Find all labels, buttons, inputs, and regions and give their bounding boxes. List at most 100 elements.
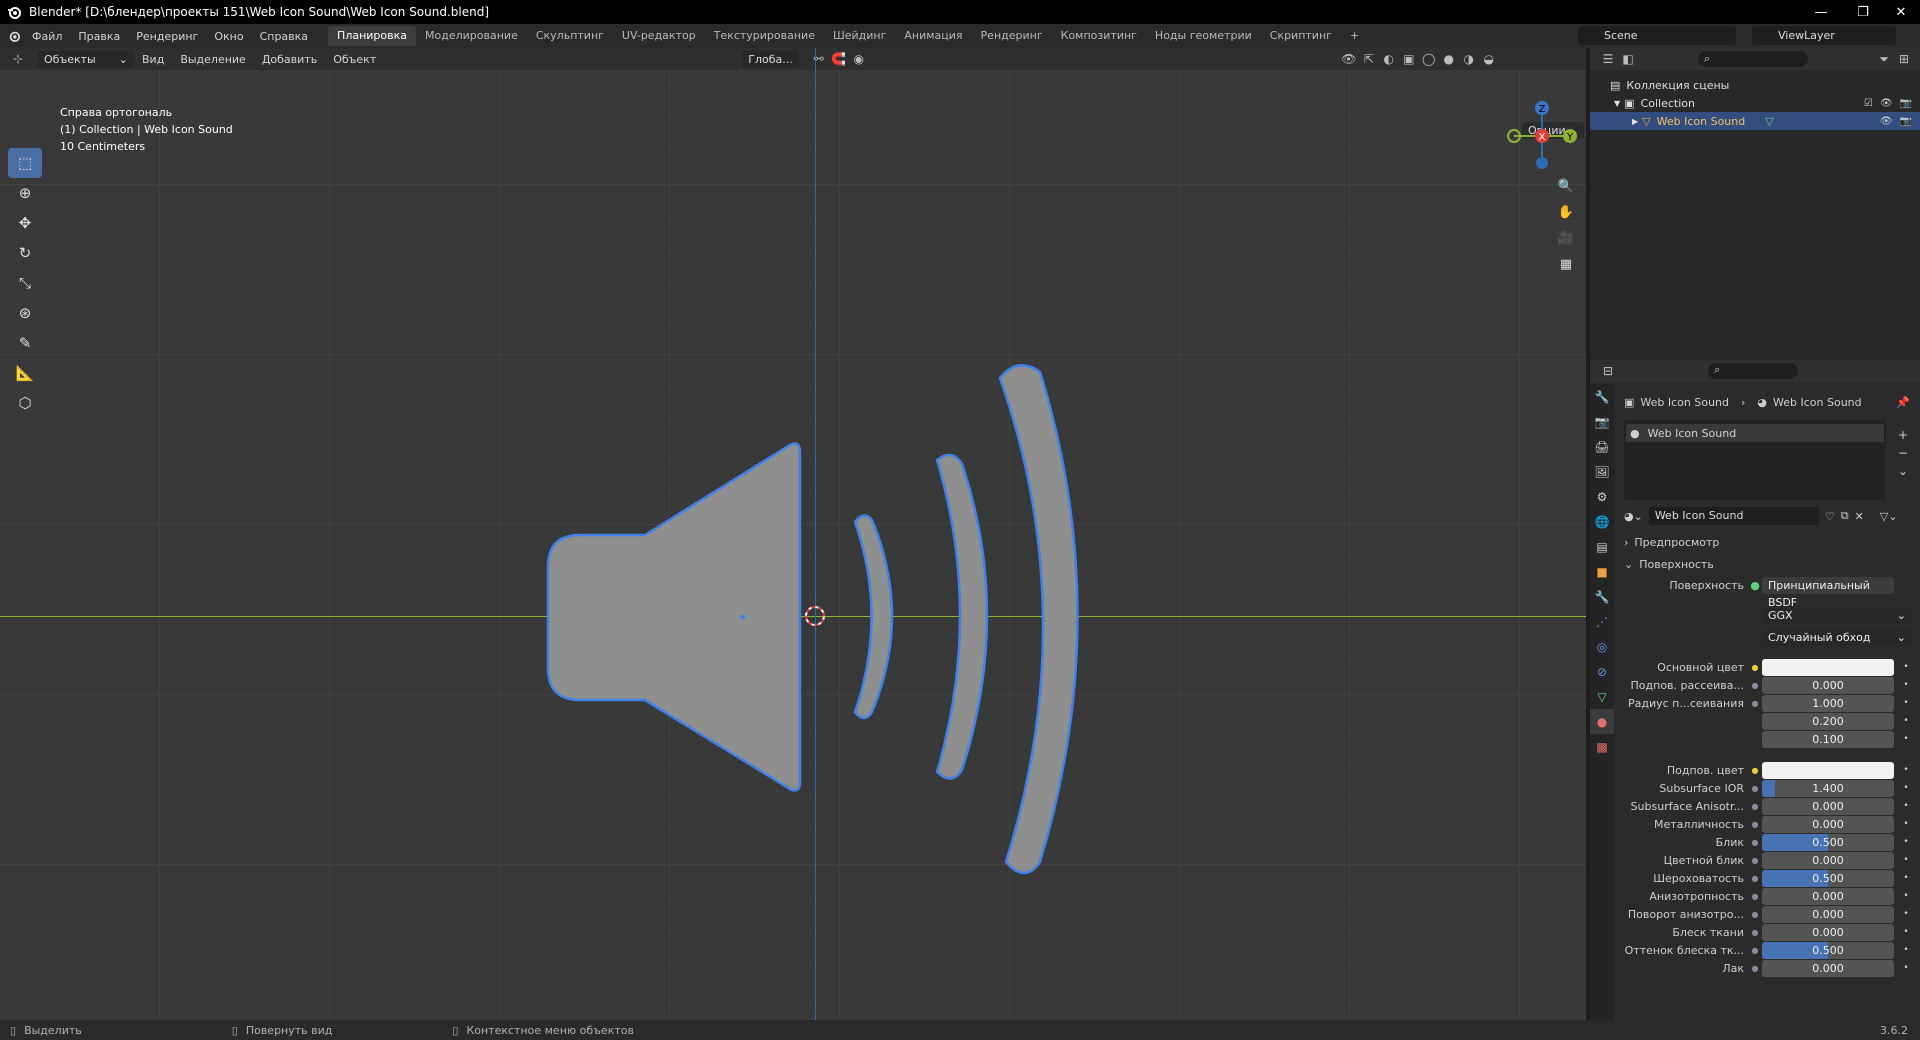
keyframe-icon[interactable]: •	[1900, 891, 1912, 901]
camera-icon[interactable]: 📷	[1900, 116, 1912, 127]
socket-icon[interactable]: ●	[1748, 889, 1762, 903]
number-field[interactable]: 0.000	[1762, 887, 1894, 905]
modifier-tab-icon[interactable]: 🔧	[1590, 584, 1614, 609]
color-swatch[interactable]	[1762, 658, 1894, 676]
socket-icon[interactable]: ●	[1748, 871, 1762, 885]
socket-icon[interactable]: ●	[1748, 763, 1762, 777]
keyframe-icon[interactable]: •	[1900, 716, 1912, 726]
keyframe-icon[interactable]: •	[1900, 927, 1912, 937]
view-layer-selector[interactable]: ViewLayer	[1752, 26, 1896, 45]
unlink-material-icon[interactable]: ✕	[1855, 510, 1864, 523]
outliner-editor-icon[interactable]: ☰	[1598, 50, 1618, 68]
number-field[interactable]: 0.000	[1762, 905, 1894, 923]
link-icon[interactable]: ▽⌄	[1880, 510, 1898, 523]
data-tab-icon[interactable]: ▽	[1590, 684, 1614, 709]
outliner-row-collection[interactable]: ▼ ▣ Collection ☑ 👁 📷	[1590, 94, 1920, 112]
properties-search-input[interactable]: ⌕	[1708, 363, 1798, 379]
material-slot-row[interactable]: ● Web Icon Sound	[1626, 424, 1884, 442]
socket-icon[interactable]: ●	[1748, 781, 1762, 795]
remove-slot-icon[interactable]: −	[1898, 444, 1908, 462]
duplicate-material-icon[interactable]: ⧉	[1841, 509, 1849, 523]
constraints-tab-icon[interactable]: ⊘	[1590, 659, 1614, 684]
checkbox-icon[interactable]: ☑	[1864, 98, 1873, 109]
number-field[interactable]: 0.000	[1762, 959, 1894, 977]
particles-tab-icon[interactable]: ⋰	[1590, 609, 1614, 634]
eye-icon[interactable]: 👁	[1880, 98, 1893, 109]
number-field[interactable]: 0.200	[1762, 712, 1894, 730]
socket-icon[interactable]: ●	[1748, 799, 1762, 813]
number-field[interactable]: 0.000	[1762, 797, 1894, 815]
keyframe-icon[interactable]: •	[1900, 801, 1912, 811]
close-icon[interactable]: ✕	[1878, 0, 1920, 24]
keyframe-icon[interactable]: •	[1900, 698, 1912, 708]
number-field[interactable]: 0.500	[1762, 941, 1894, 959]
socket-icon[interactable]: ●	[1748, 817, 1762, 831]
properties-editor-icon[interactable]: ⊟	[1598, 362, 1618, 380]
panel-preview[interactable]: › Предпросмотр	[1624, 536, 1719, 549]
keyframe-icon[interactable]: •	[1900, 783, 1912, 793]
keyframe-icon[interactable]: •	[1900, 873, 1912, 883]
filter-icon[interactable]: ⏷	[1874, 50, 1894, 68]
output-tab-icon[interactable]: 🖨	[1590, 434, 1614, 459]
pan-hand-icon[interactable]: ✋	[1554, 200, 1578, 224]
keyframe-icon[interactable]: •	[1900, 855, 1912, 865]
scene-selector[interactable]: Scene	[1578, 26, 1736, 45]
keyframe-icon[interactable]: •	[1900, 963, 1912, 973]
socket-icon[interactable]: ●	[1748, 853, 1762, 867]
keyframe-icon[interactable]: •	[1900, 909, 1912, 919]
outliner-row-scene-collection[interactable]: ▤ Коллекция сцены	[1590, 76, 1920, 94]
socket-icon[interactable]	[1748, 714, 1762, 728]
subsurface-method-dropdown[interactable]: Случайный обход ⌄	[1762, 628, 1912, 646]
number-field[interactable]: 0.500	[1762, 833, 1894, 851]
socket-icon[interactable]: ●	[1748, 907, 1762, 921]
outliner-row-web-icon-sound[interactable]: ▶ ▽ Web Icon Sound ▽ 👁 📷	[1590, 112, 1920, 130]
outliner-search-input[interactable]: ⌕	[1698, 51, 1808, 67]
render-tab-icon[interactable]: 📷	[1590, 409, 1614, 434]
number-field[interactable]: 1.400	[1762, 779, 1894, 797]
collection-tab-icon[interactable]: ▤	[1590, 534, 1614, 559]
eye-icon[interactable]: 👁	[1880, 116, 1893, 127]
keyframe-icon[interactable]: •	[1900, 765, 1912, 775]
keyframe-icon[interactable]: •	[1900, 680, 1912, 690]
fake-user-icon[interactable]: ♡	[1825, 510, 1835, 523]
zoom-icon[interactable]: 🔍	[1554, 174, 1578, 198]
color-swatch[interactable]	[1762, 761, 1894, 779]
ortho-grid-icon[interactable]: ▦	[1554, 252, 1578, 276]
navigation-gizmo[interactable]: Z Y X	[1498, 96, 1578, 176]
socket-icon[interactable]	[1748, 732, 1762, 746]
number-field[interactable]: 0.000	[1762, 676, 1894, 694]
display-mode-icon[interactable]: ◧	[1618, 50, 1638, 68]
world-tab-icon[interactable]: 🌐	[1590, 509, 1614, 534]
tool-tab-icon[interactable]: 🔧	[1590, 384, 1614, 409]
new-collection-icon[interactable]: ⊞	[1894, 50, 1914, 68]
socket-icon[interactable]: ●	[1748, 925, 1762, 939]
surface-shader-field[interactable]: Принципиальный BSDF	[1762, 576, 1894, 609]
physics-tab-icon[interactable]: ◎	[1590, 634, 1614, 659]
number-field[interactable]: 0.100	[1762, 730, 1894, 748]
keyframe-icon[interactable]: •	[1900, 819, 1912, 829]
socket-icon[interactable]: ●	[1748, 961, 1762, 975]
browse-material-icon[interactable]: ◕⌄	[1624, 510, 1643, 523]
scene-tab-icon[interactable]: ⚙	[1590, 484, 1614, 509]
keyframe-icon[interactable]: •	[1900, 837, 1912, 847]
material-name-field[interactable]: Web Icon Sound	[1648, 507, 1819, 525]
texture-tab-icon[interactable]: ▩	[1590, 734, 1614, 759]
view-layer-tab-icon[interactable]: 🖼	[1590, 459, 1614, 484]
socket-icon[interactable]: ●	[1748, 696, 1762, 710]
socket-icon[interactable]: ●	[1748, 835, 1762, 849]
number-field[interactable]: 1.000	[1762, 694, 1894, 712]
keyframe-icon[interactable]: •	[1900, 662, 1912, 672]
distribution-dropdown[interactable]: GGX ⌄	[1762, 606, 1912, 624]
camera-icon[interactable]: 📷	[1900, 98, 1912, 109]
add-slot-icon[interactable]: +	[1898, 426, 1908, 444]
pin-icon[interactable]: 📌	[1896, 396, 1910, 409]
number-field[interactable]: 0.500	[1762, 869, 1894, 887]
number-field[interactable]: 0.000	[1762, 851, 1894, 869]
slot-menu-icon[interactable]: ⌄	[1898, 462, 1908, 480]
keyframe-icon[interactable]: •	[1900, 734, 1912, 744]
socket-icon[interactable]: ●	[1748, 678, 1762, 692]
number-field[interactable]: 0.000	[1762, 923, 1894, 941]
number-field[interactable]: 0.000	[1762, 815, 1894, 833]
socket-icon[interactable]: ●	[1748, 943, 1762, 957]
speaker-object[interactable]	[0, 0, 1586, 1020]
